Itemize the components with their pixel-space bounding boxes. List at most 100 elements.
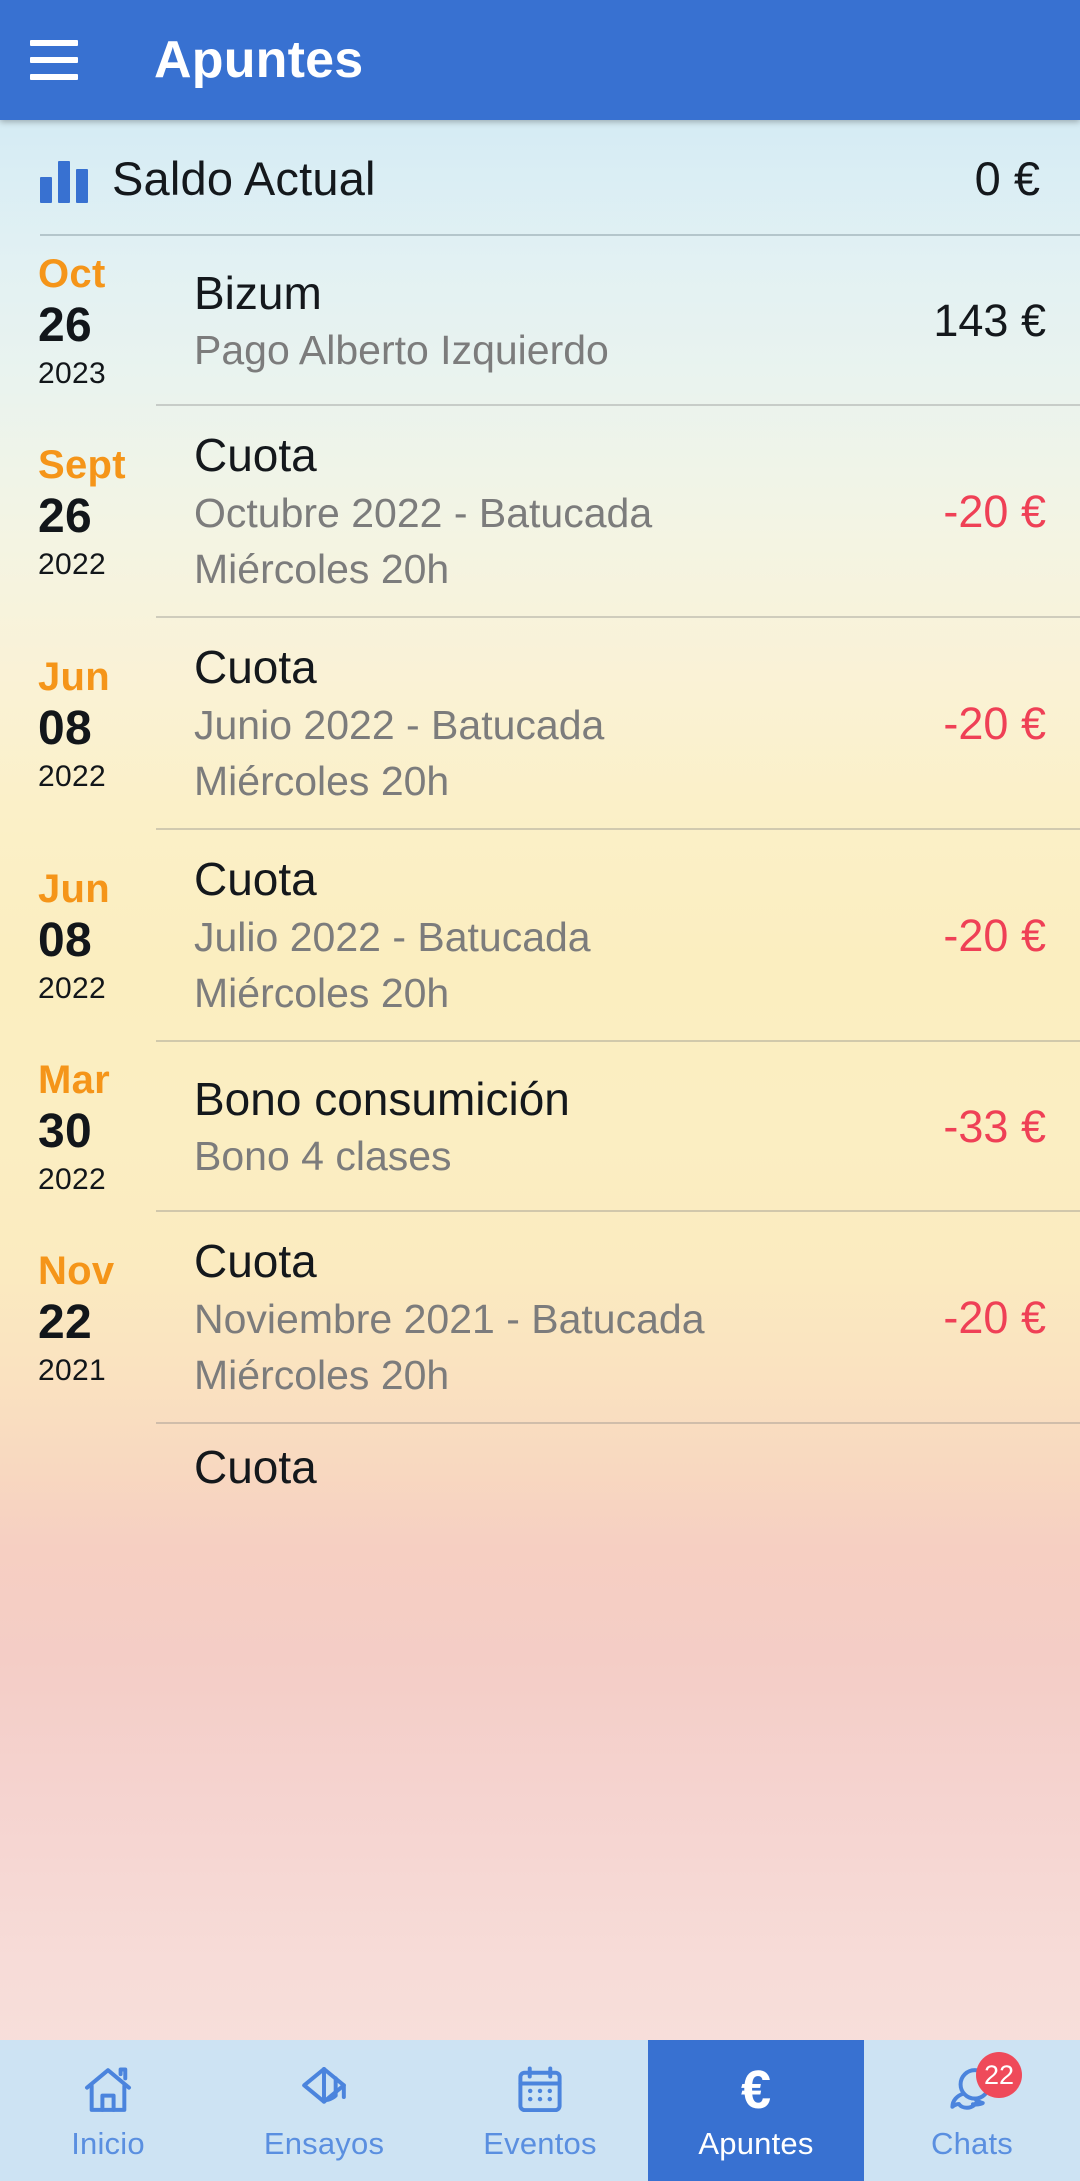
transaction-date: Sept 26 2022: [38, 406, 156, 618]
transaction-date: Jun 08 2022: [38, 618, 156, 830]
home-icon: [80, 2062, 136, 2118]
hamburger-menu-icon[interactable]: [0, 0, 108, 120]
transaction-texts: Bono consumición Bono 4 clases: [194, 1070, 917, 1185]
date-day: 26: [38, 489, 92, 543]
transaction-subtitle: Octubre 2022 - Batucada: [194, 489, 653, 536]
date-year: 2022: [38, 971, 106, 1005]
bar-chart-bar: [40, 177, 52, 203]
date-month: Mar: [38, 1058, 111, 1103]
bar-chart-bar: [58, 161, 70, 203]
transaction-schedule: Miércoles 20h: [194, 758, 450, 805]
transaction-body: Cuota Noviembre 2021 - Batucada Miércoles …: [156, 1212, 1080, 1424]
transaction-date: Mar 30 2022: [38, 1042, 156, 1212]
transaction-title: Bizum: [194, 266, 322, 319]
transaction-texts: Cuota Junio 2022 - Batucada Miércoles 20h: [194, 638, 917, 810]
transaction-subtitle: Pago Alberto Izquierdo: [194, 326, 609, 373]
transaction-row[interactable]: Mar 30 2022 Bono consumición Bono 4 clases -3…: [0, 1042, 1080, 1212]
nav-item-chats[interactable]: 22 Chats: [864, 2040, 1080, 2181]
nav-item-label: Eventos: [483, 2126, 597, 2161]
transaction-row-partial[interactable]: Cuota: [0, 1424, 1080, 1514]
transaction-title: Cuota: [194, 429, 317, 482]
date-day: 08: [38, 701, 92, 755]
date-month: Jun: [38, 867, 111, 912]
transaction-row[interactable]: Sept 26 2022 Cuota Octubre 2022 - Batucada Mi…: [0, 406, 1080, 618]
date-month: Sept: [38, 443, 126, 488]
date-month: Jun: [38, 655, 111, 700]
transaction-texts: Cuota: [194, 1424, 1080, 1496]
nav-item-label: Apuntes: [698, 2126, 814, 2161]
transaction-title: Cuota: [194, 853, 317, 906]
transaction-row[interactable]: Oct 26 2023 Bizum Pago Alberto Izquierdo 143 …: [0, 236, 1080, 406]
bar-chart-bar: [76, 169, 88, 203]
transaction-schedule: Miércoles 20h: [194, 970, 450, 1017]
transaction-amount: 143 €: [933, 295, 1046, 346]
bar-chart-icon: [40, 157, 96, 203]
transaction-body: Cuota: [156, 1424, 1080, 1514]
transaction-texts: Cuota Octubre 2022 - Batucada Miércoles 20…: [194, 426, 917, 598]
transaction-body: Cuota Octubre 2022 - Batucada Miércoles 20…: [156, 406, 1080, 618]
nav-item-inicio[interactable]: Inicio: [0, 2040, 216, 2181]
transaction-amount: -20 €: [943, 910, 1046, 961]
date-day: 22: [38, 1295, 92, 1349]
transaction-amount: -20 €: [943, 698, 1046, 749]
calendar-icon: [512, 2062, 568, 2118]
hamburger-line: [30, 57, 78, 63]
date-year: 2022: [38, 547, 106, 581]
nav-item-eventos[interactable]: Eventos: [432, 2040, 648, 2181]
transaction-row[interactable]: Jun 08 2022 Cuota Julio 2022 - Batucada Miérc…: [0, 830, 1080, 1042]
transaction-title: Cuota: [194, 1235, 317, 1288]
euro-icon: €: [728, 2062, 784, 2118]
transaction-date: Nov 22 2021: [38, 1212, 156, 1424]
transaction-subtitle: Junio 2022 - Batucada: [194, 701, 605, 748]
balance-label: Saldo Actual: [112, 151, 376, 205]
date-year: 2022: [38, 1162, 106, 1196]
transaction-subtitle: Noviembre 2021 - Batucada: [194, 1295, 705, 1342]
date-day: 26: [38, 298, 92, 352]
transaction-date: Oct 26 2023: [38, 236, 156, 406]
hamburger-line: [30, 74, 78, 80]
hamburger-line: [30, 40, 78, 46]
transaction-title: Cuota: [194, 1441, 317, 1493]
transaction-schedule: Miércoles 20h: [194, 1352, 450, 1399]
chat-bubbles-icon: 22: [944, 2052, 1022, 2118]
transaction-subtitle: Bono 4 clases: [194, 1132, 452, 1179]
transaction-body: Bono consumición Bono 4 clases -33 €: [156, 1042, 1080, 1212]
transaction-texts: Bizum Pago Alberto Izquierdo: [194, 264, 907, 379]
nav-item-ensayos[interactable]: Ensayos: [216, 2040, 432, 2181]
notification-badge: 22: [975, 2052, 1022, 2098]
transaction-body: Cuota Junio 2022 - Batucada Miércoles 20h -…: [156, 618, 1080, 830]
nav-item-apuntes[interactable]: € Apuntes: [648, 2040, 864, 2181]
transaction-body: Cuota Julio 2022 - Batucada Miércoles 20h -…: [156, 830, 1080, 1042]
transaction-texts: Cuota Julio 2022 - Batucada Miércoles 20h: [194, 850, 917, 1022]
transaction-title: Bono consumición: [194, 1072, 570, 1125]
balance-value: 0 €: [974, 151, 1040, 205]
date-month: Nov: [38, 1249, 115, 1294]
transaction-schedule: Miércoles 20h: [194, 546, 450, 593]
transaction-date: Jun 08 2022: [38, 830, 156, 1042]
date-year: 2023: [38, 356, 106, 390]
transaction-row[interactable]: Nov 22 2021 Cuota Noviembre 2021 - Batucada M…: [0, 1212, 1080, 1424]
transaction-body: Bizum Pago Alberto Izquierdo 143 €: [156, 236, 1080, 406]
date-day: 30: [38, 1104, 92, 1158]
balance-summary: Saldo Actual 0 €: [0, 120, 1080, 236]
transaction-row[interactable]: Jun 08 2022 Cuota Junio 2022 - Batucada Miérc…: [0, 618, 1080, 830]
date-year: 2021: [38, 1353, 106, 1387]
euro-glyph: €: [740, 2060, 772, 2120]
nav-item-label: Chats: [931, 2126, 1013, 2161]
transaction-amount: -33 €: [943, 1101, 1046, 1152]
date-day: 08: [38, 913, 92, 967]
nav-item-label: Inicio: [71, 2126, 145, 2161]
nav-item-label: Ensayos: [263, 2126, 385, 2161]
transaction-amount: -20 €: [943, 486, 1046, 537]
date-year: 2022: [38, 759, 106, 793]
transaction-texts: Cuota Noviembre 2021 - Batucada Miércoles …: [194, 1232, 917, 1404]
transaction-subtitle: Julio 2022 - Batucada: [194, 913, 591, 960]
transaction-title: Cuota: [194, 641, 317, 694]
graduation-cap-icon: [296, 2062, 352, 2118]
transaction-amount: -20 €: [943, 1292, 1046, 1343]
app-screen: Apuntes Saldo Actual 0 € Oct 26 2023 Bizum P…: [0, 0, 1080, 2181]
transaction-date: [38, 1424, 156, 1514]
date-month: Oct: [38, 252, 106, 297]
app-bar: Apuntes: [0, 0, 1080, 120]
transaction-list[interactable]: Oct 26 2023 Bizum Pago Alberto Izquierdo 143 …: [0, 236, 1080, 1514]
